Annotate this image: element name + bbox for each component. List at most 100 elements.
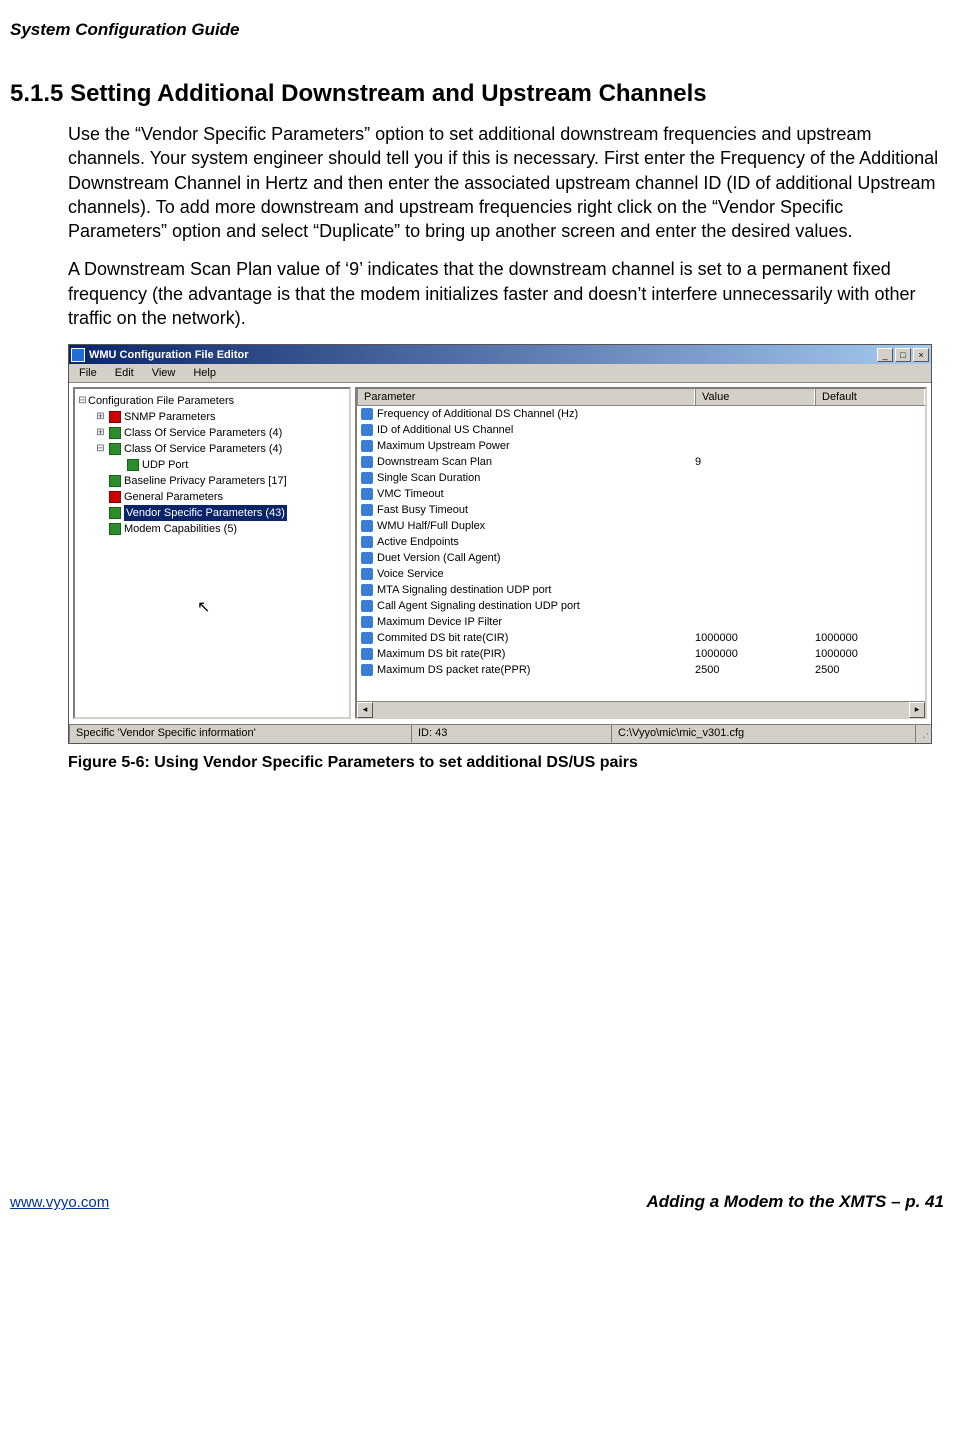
menu-file[interactable]: File xyxy=(73,366,103,380)
list-row[interactable]: Single Scan Duration xyxy=(357,470,925,486)
cell-default xyxy=(815,566,925,582)
cell-default xyxy=(815,598,925,614)
cell-value xyxy=(695,518,815,534)
cell-default xyxy=(815,470,925,486)
col-value[interactable]: Value xyxy=(695,389,815,405)
cell-default xyxy=(815,438,925,454)
cell-default xyxy=(815,422,925,438)
param-item-icon xyxy=(361,504,373,516)
tree-item-cos2[interactable]: ⊟Class Of Service Parameters (4) xyxy=(77,441,347,457)
param-item-icon xyxy=(361,424,373,436)
list-header[interactable]: Parameter Value Default xyxy=(357,389,925,406)
maximize-button[interactable]: □ xyxy=(895,348,911,362)
menu-edit[interactable]: Edit xyxy=(109,366,140,380)
list-row[interactable]: Maximum DS bit rate(PIR)10000001000000 xyxy=(357,646,925,662)
cell-param: Frequency of Additional DS Channel (Hz) xyxy=(377,406,578,422)
cell-value xyxy=(695,486,815,502)
list-row[interactable]: Active Endpoints xyxy=(357,534,925,550)
cell-default xyxy=(815,486,925,502)
list-row[interactable]: VMC Timeout xyxy=(357,486,925,502)
cell-param: Fast Busy Timeout xyxy=(377,502,468,518)
param-icon xyxy=(127,459,139,471)
cell-value xyxy=(695,582,815,598)
cell-default xyxy=(815,534,925,550)
tree-item-baseline[interactable]: Baseline Privacy Parameters [17] xyxy=(77,473,347,489)
cell-value xyxy=(695,534,815,550)
list-row[interactable]: Maximum Upstream Power xyxy=(357,438,925,454)
list-row[interactable]: Fast Busy Timeout xyxy=(357,502,925,518)
list-row[interactable]: ID of Additional US Channel xyxy=(357,422,925,438)
param-item-icon xyxy=(361,472,373,484)
tree-item-udp[interactable]: UDP Port xyxy=(77,457,347,473)
cell-default: 1000000 xyxy=(815,630,925,646)
list-row[interactable]: Duet Version (Call Agent) xyxy=(357,550,925,566)
list-row[interactable]: Voice Service xyxy=(357,566,925,582)
list-row[interactable]: Call Agent Signaling destination UDP por… xyxy=(357,598,925,614)
cell-param: VMC Timeout xyxy=(377,486,444,502)
cell-default: 2500 xyxy=(815,662,925,678)
cell-value xyxy=(695,598,815,614)
window-titlebar[interactable]: WMU Configuration File Editor _ □ × xyxy=(69,345,931,364)
app-window: WMU Configuration File Editor _ □ × File… xyxy=(68,344,932,744)
menu-help[interactable]: Help xyxy=(187,366,222,380)
close-button[interactable]: × xyxy=(913,348,929,362)
scroll-right-button[interactable]: ▸ xyxy=(909,702,925,718)
list-row[interactable]: WMU Half/Full Duplex xyxy=(357,518,925,534)
param-item-icon xyxy=(361,456,373,468)
cell-value xyxy=(695,614,815,630)
col-default[interactable]: Default xyxy=(815,389,925,405)
cell-param: Call Agent Signaling destination UDP por… xyxy=(377,598,580,614)
folder-icon xyxy=(109,491,121,503)
col-parameter[interactable]: Parameter xyxy=(357,389,695,405)
param-icon xyxy=(109,475,121,487)
cell-param: Maximum DS packet rate(PPR) xyxy=(377,662,530,678)
cell-param: Maximum DS bit rate(PIR) xyxy=(377,646,505,662)
cell-param: Voice Service xyxy=(377,566,444,582)
param-item-icon xyxy=(361,632,373,644)
cell-value xyxy=(695,566,815,582)
list-row[interactable]: Maximum DS packet rate(PPR) 25002500 xyxy=(357,662,925,678)
param-icon xyxy=(109,427,121,439)
tree-item-snmp[interactable]: ⊞SNMP Parameters xyxy=(77,409,347,425)
param-item-icon xyxy=(361,536,373,548)
minimize-button[interactable]: _ xyxy=(877,348,893,362)
cell-param: Commited DS bit rate(CIR) xyxy=(377,630,508,646)
cell-param: WMU Half/Full Duplex xyxy=(377,518,485,534)
tree-item-modem[interactable]: Modem Capabilities (5) xyxy=(77,521,347,537)
param-item-icon xyxy=(361,520,373,532)
list-body[interactable]: Frequency of Additional DS Channel (Hz)I… xyxy=(357,406,925,701)
menu-view[interactable]: View xyxy=(146,366,182,380)
cell-value: 9 xyxy=(695,454,815,470)
cell-param: Downstream Scan Plan xyxy=(377,454,492,470)
list-row[interactable]: MTA Signaling destination UDP port xyxy=(357,582,925,598)
cell-param: ID of Additional US Channel xyxy=(377,422,513,438)
param-item-icon xyxy=(361,488,373,500)
param-item-icon xyxy=(361,568,373,580)
list-row[interactable]: Frequency of Additional DS Channel (Hz) xyxy=(357,406,925,422)
cell-value: 2500 xyxy=(695,662,815,678)
tree-item-vendor[interactable]: Vendor Specific Parameters (43) xyxy=(77,505,347,521)
footer-page: Adding a Modem to the XMTS – p. 41 xyxy=(646,1192,944,1212)
cell-value xyxy=(695,470,815,486)
cell-default xyxy=(815,550,925,566)
tree-item-cos1[interactable]: ⊞Class Of Service Parameters (4) xyxy=(77,425,347,441)
menu-bar[interactable]: File Edit View Help xyxy=(69,364,931,383)
list-row[interactable]: Downstream Scan Plan 9 xyxy=(357,454,925,470)
list-pane[interactable]: Parameter Value Default Frequency of Add… xyxy=(355,387,927,719)
status-path: C:\Vyyo\mic\mic_v301.cfg xyxy=(611,724,915,743)
footer-link[interactable]: www.vyyo.com xyxy=(10,1194,109,1211)
scrollbar-horizontal[interactable]: ◂ ▸ xyxy=(357,701,925,717)
list-row[interactable]: Maximum Device IP Filter xyxy=(357,614,925,630)
cell-param: Active Endpoints xyxy=(377,534,459,550)
param-icon xyxy=(109,507,121,519)
status-info: Specific 'Vendor Specific information' xyxy=(69,724,411,743)
resize-grip[interactable]: ⋰ xyxy=(915,724,931,743)
scroll-left-button[interactable]: ◂ xyxy=(357,702,373,718)
tree-root[interactable]: ⊟Configuration File Parameters xyxy=(77,393,347,409)
cell-param: MTA Signaling destination UDP port xyxy=(377,582,551,598)
list-row[interactable]: Commited DS bit rate(CIR)10000001000000 xyxy=(357,630,925,646)
param-icon xyxy=(109,443,121,455)
app-icon xyxy=(71,348,85,362)
tree-item-general[interactable]: General Parameters xyxy=(77,489,347,505)
tree-pane[interactable]: ⊟Configuration File Parameters ⊞SNMP Par… xyxy=(73,387,351,719)
